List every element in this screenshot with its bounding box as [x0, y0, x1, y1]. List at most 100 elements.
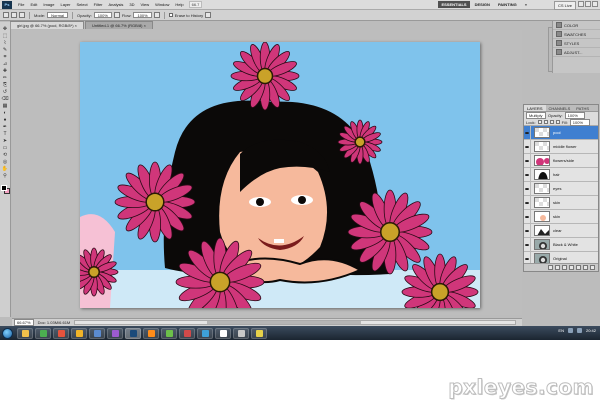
- menu-analysis[interactable]: Analysis: [106, 2, 127, 7]
- taskbar-app14-button[interactable]: [251, 327, 267, 339]
- clone-tool[interactable]: ⎘: [1, 82, 9, 88]
- zoom-level-select[interactable]: 66.7: [188, 1, 203, 8]
- layer-row[interactable]: hair: [524, 167, 598, 182]
- eraser-tool[interactable]: ⌫: [1, 96, 9, 102]
- lasso-tool[interactable]: ⌇: [1, 40, 9, 46]
- image-canvas[interactable]: [80, 42, 480, 308]
- visibility-eye-icon[interactable]: [524, 181, 531, 196]
- flow-field[interactable]: 100%: [133, 12, 152, 18]
- layer-row[interactable]: Black & White: [524, 237, 598, 252]
- document-tab[interactable]: girl.jpg @ 66.7% (pool, RGB/8*) ×: [10, 21, 84, 29]
- lock-position-icon[interactable]: [549, 120, 554, 124]
- group-icon[interactable]: [576, 265, 581, 270]
- menu-help[interactable]: Help: [172, 2, 186, 7]
- workspace-design[interactable]: DESIGN: [472, 1, 493, 8]
- taskbar-app11-button[interactable]: [197, 327, 213, 339]
- healing-tool[interactable]: ✚: [1, 68, 9, 74]
- visibility-eye-icon[interactable]: [524, 251, 531, 263]
- menu-image[interactable]: Image: [40, 2, 57, 7]
- visibility-eye-icon[interactable]: [524, 139, 531, 154]
- dodge-tool[interactable]: ●: [1, 117, 9, 123]
- layer-row[interactable]: clear: [524, 223, 598, 238]
- layer-row[interactable]: flowers/side: [524, 153, 598, 168]
- new-layer-icon[interactable]: [583, 265, 588, 270]
- visibility-eye-icon[interactable]: [524, 153, 531, 168]
- blur-tool[interactable]: ◐: [1, 110, 9, 116]
- link-layers-icon[interactable]: [548, 265, 553, 270]
- layer-row[interactable]: skin: [524, 195, 598, 210]
- pressure-size-icon[interactable]: [205, 12, 212, 18]
- visibility-eye-icon[interactable]: [524, 209, 531, 224]
- quick-select-tool[interactable]: ✎: [1, 47, 9, 53]
- taskbar-chrome-button[interactable]: [35, 327, 51, 339]
- erase-to-history-checkbox[interactable]: [168, 13, 173, 17]
- taskbar-app6-button[interactable]: [107, 327, 123, 339]
- document-tab[interactable]: Untitled-1 @ 66.7% (RGB/8) ×: [84, 21, 153, 29]
- workspace-painting[interactable]: PAINTING: [495, 1, 520, 8]
- layer-row[interactable]: Original: [524, 251, 598, 263]
- visibility-eye-icon[interactable]: [524, 223, 531, 238]
- brush-tool[interactable]: ✏: [1, 75, 9, 81]
- 3d-orbit-tool[interactable]: ◎: [1, 159, 9, 165]
- lock-all-icon[interactable]: [555, 120, 560, 124]
- blend-mode-select[interactable]: Multiply: [526, 112, 546, 119]
- layer-mask-icon[interactable]: [562, 265, 567, 270]
- dock-item-styles[interactable]: STYLES: [553, 39, 600, 48]
- hand-tool[interactable]: ✋: [1, 166, 9, 172]
- menu-file[interactable]: File: [15, 2, 27, 7]
- taskbar-photoshop-button[interactable]: [125, 327, 141, 339]
- network-icon[interactable]: [567, 328, 573, 333]
- airbrush-icon[interactable]: [153, 12, 160, 18]
- brush-preset-icon[interactable]: [11, 12, 17, 18]
- minimize-icon[interactable]: [578, 1, 584, 7]
- move-tool[interactable]: ✥: [1, 26, 9, 32]
- taskbar-app10-button[interactable]: [179, 327, 195, 339]
- taskbar-app8-button[interactable]: [143, 327, 159, 339]
- visibility-eye-icon[interactable]: [524, 126, 531, 140]
- layer-row[interactable]: middle flower: [524, 139, 598, 154]
- doc-size-info[interactable]: Doc: 1.03M/6.61M: [38, 320, 71, 325]
- mode-select[interactable]: Normal: [47, 12, 69, 18]
- taskbar-explorer-button[interactable]: [17, 327, 33, 339]
- path-select-tool[interactable]: ➤: [1, 138, 9, 144]
- taskbar-app12-button[interactable]: [215, 327, 231, 339]
- maximize-icon[interactable]: [585, 1, 591, 7]
- type-tool[interactable]: T: [1, 131, 9, 137]
- tab-paths[interactable]: PATHS: [573, 105, 592, 111]
- more-workspaces-button[interactable]: »: [522, 1, 530, 8]
- visibility-eye-icon[interactable]: [524, 167, 531, 182]
- language-indicator[interactable]: EN: [558, 328, 564, 333]
- eraser-preset-icon[interactable]: [3, 12, 9, 18]
- history-brush-tool[interactable]: ↺: [1, 89, 9, 95]
- layer-style-icon[interactable]: [555, 265, 560, 270]
- zoom-tool[interactable]: ⚲: [1, 173, 9, 179]
- crop-tool[interactable]: ⌗: [1, 54, 9, 60]
- menu-filter[interactable]: Filter: [91, 2, 106, 7]
- dock-item-color[interactable]: COLOR: [553, 21, 600, 30]
- opacity-field[interactable]: 100%: [93, 12, 112, 18]
- taskbar-app5-button[interactable]: [89, 327, 105, 339]
- start-button-icon[interactable]: [2, 327, 13, 339]
- visibility-eye-icon[interactable]: [524, 237, 531, 252]
- layer-row[interactable]: skin: [524, 209, 598, 224]
- taskbar-app9-button[interactable]: [161, 327, 177, 339]
- menu-edit[interactable]: Edit: [27, 2, 40, 7]
- pressure-opacity-icon[interactable]: [113, 12, 120, 18]
- lock-pixels-icon[interactable]: [543, 120, 548, 124]
- visibility-eye-icon[interactable]: [524, 195, 531, 210]
- adjustment-layer-icon[interactable]: [569, 265, 574, 270]
- scrollbar-thumb[interactable]: [207, 321, 362, 324]
- zoom-field[interactable]: 66.67%: [14, 319, 34, 326]
- menu-view[interactable]: View: [138, 2, 153, 7]
- trash-icon[interactable]: [590, 265, 595, 270]
- lock-transparent-icon[interactable]: [537, 120, 542, 124]
- shape-tool[interactable]: ▭: [1, 145, 9, 151]
- layer-row[interactable]: pool: [524, 126, 598, 140]
- fill-field[interactable]: 100%: [569, 118, 590, 126]
- taskbar-folder-button[interactable]: [71, 327, 87, 339]
- layer-row[interactable]: eyes: [524, 181, 598, 196]
- gradient-tool[interactable]: ▦: [1, 103, 9, 109]
- volume-icon[interactable]: [576, 328, 582, 333]
- pen-tool[interactable]: ✒: [1, 124, 9, 130]
- workspace-essentials[interactable]: ESSENTIALS: [438, 1, 470, 8]
